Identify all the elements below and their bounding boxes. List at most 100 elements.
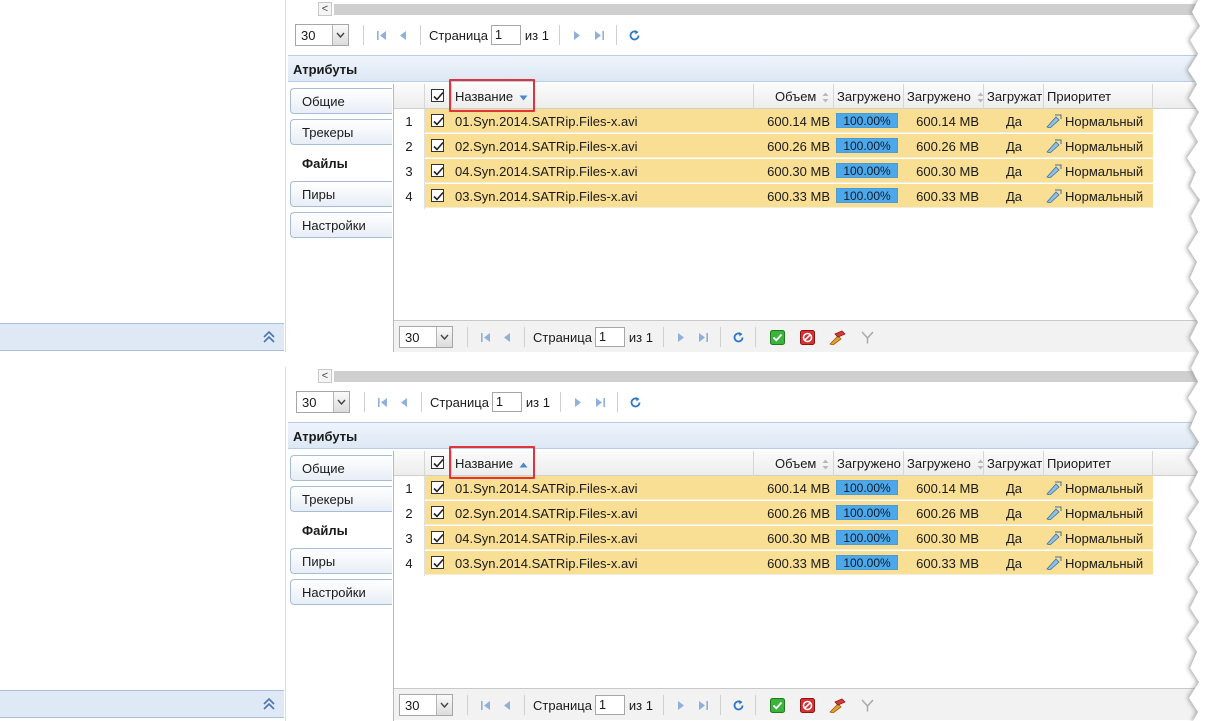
check-all-icon[interactable] xyxy=(765,693,789,717)
page-size-select[interactable]: 30 xyxy=(295,24,349,46)
tab-trackers[interactable]: Трекеры xyxy=(290,486,392,512)
tab-general[interactable]: Общие xyxy=(290,455,392,481)
table-row[interactable]: 1 01.Syn.2014.SATRip.Files-x.avi 600.14 … xyxy=(394,476,1212,501)
last-page-icon[interactable] xyxy=(692,326,714,348)
row-checkbox[interactable] xyxy=(431,134,451,158)
uncheck-all-icon[interactable] xyxy=(795,693,819,717)
first-page-icon[interactable] xyxy=(474,326,496,348)
tab-settings[interactable]: Настройки xyxy=(290,212,392,238)
table-row[interactable]: 2 02.Syn.2014.SATRip.Files-x.avi 600.26 … xyxy=(394,501,1212,526)
priority-label: Нормальный xyxy=(1065,114,1144,129)
priority-icon[interactable] xyxy=(825,325,849,349)
column-header-priority[interactable]: Приоритет xyxy=(1044,84,1153,109)
page-number-input[interactable]: 1 xyxy=(490,25,521,45)
prev-page-icon[interactable] xyxy=(392,24,414,46)
horizontal-scrollbar[interactable]: < xyxy=(290,367,1212,385)
tab-peers[interactable]: Пиры xyxy=(290,181,392,207)
next-page-icon[interactable] xyxy=(567,391,589,413)
scroll-left-icon[interactable]: < xyxy=(318,2,332,16)
column-header-downloaded[interactable]: Загружено xyxy=(904,451,984,476)
column-downloaded-label: Загружено xyxy=(907,456,971,471)
first-page-icon[interactable] xyxy=(370,24,392,46)
checkbox-checked-icon[interactable] xyxy=(431,89,444,102)
tab-settings[interactable]: Настройки xyxy=(290,579,392,605)
download-flag: Да xyxy=(1005,481,1023,496)
uncheck-all-icon[interactable] xyxy=(795,325,819,349)
scrollbar-track[interactable] xyxy=(334,4,1212,15)
page-number-input[interactable]: 1 xyxy=(594,695,625,715)
row-checkbox[interactable] xyxy=(431,476,451,500)
row-checkbox[interactable] xyxy=(431,551,451,575)
column-header-progress[interactable]: Загружено xyxy=(834,451,904,476)
priority-flag-icon xyxy=(1046,556,1062,570)
refresh-icon[interactable] xyxy=(624,391,646,413)
file-name: 02.Syn.2014.SATRip.Files-x.avi xyxy=(455,506,638,521)
last-page-icon[interactable] xyxy=(589,391,611,413)
progress-cell: 100.00% xyxy=(836,526,902,550)
prev-page-icon[interactable] xyxy=(496,694,518,716)
double-chevron-up-icon[interactable] xyxy=(262,696,276,712)
column-header-downloaded[interactable]: Загружено xyxy=(904,84,984,109)
row-checkbox[interactable] xyxy=(431,526,451,550)
column-header-progress[interactable]: Загружено xyxy=(834,84,904,109)
row-checkbox[interactable] xyxy=(431,159,451,183)
column-header-name[interactable]: Название xyxy=(452,451,754,476)
refresh-icon[interactable] xyxy=(727,694,749,716)
filter-icon[interactable] xyxy=(855,693,879,717)
collapse-bar[interactable] xyxy=(0,323,284,351)
prev-page-icon[interactable] xyxy=(393,391,415,413)
page-size-select[interactable]: 30 xyxy=(399,694,453,716)
chevron-down-icon[interactable] xyxy=(332,25,348,45)
page-size-select[interactable]: 30 xyxy=(296,391,350,413)
horizontal-scrollbar[interactable]: < xyxy=(290,0,1212,18)
column-header-size[interactable]: Объем xyxy=(754,451,834,476)
tab-trackers[interactable]: Трекеры xyxy=(290,119,392,145)
scroll-left-icon[interactable]: < xyxy=(318,369,332,383)
table-row[interactable]: 4 03.Syn.2014.SATRip.Files-x.avi 600.33 … xyxy=(394,184,1212,209)
column-header-priority[interactable]: Приоритет xyxy=(1044,451,1153,476)
priority-icon[interactable] xyxy=(825,693,849,717)
table-row[interactable]: 2 02.Syn.2014.SATRip.Files-x.avi 600.26 … xyxy=(394,134,1212,159)
table-row[interactable]: 3 04.Syn.2014.SATRip.Files-x.avi 600.30 … xyxy=(394,159,1212,184)
prev-page-icon[interactable] xyxy=(496,326,518,348)
chevron-down-icon[interactable] xyxy=(436,695,452,715)
table-row[interactable]: 4 03.Syn.2014.SATRip.Files-x.avi 600.33 … xyxy=(394,551,1212,576)
download-flag: Да xyxy=(1005,189,1023,204)
select-all-checkbox[interactable] xyxy=(425,84,452,109)
page-number-input[interactable]: 1 xyxy=(594,327,625,347)
row-checkbox[interactable] xyxy=(431,501,451,525)
last-page-icon[interactable] xyxy=(588,24,610,46)
double-chevron-up-icon[interactable] xyxy=(262,329,276,345)
page-number-input[interactable]: 1 xyxy=(491,392,522,412)
refresh-icon[interactable] xyxy=(623,24,645,46)
filter-icon[interactable] xyxy=(855,325,879,349)
chevron-down-icon[interactable] xyxy=(333,392,349,412)
column-header-download[interactable]: Загружат xyxy=(984,84,1044,109)
sort-toggle-icon xyxy=(977,459,983,470)
check-all-icon[interactable] xyxy=(765,325,789,349)
first-page-icon[interactable] xyxy=(474,694,496,716)
table-row[interactable]: 3 04.Syn.2014.SATRip.Files-x.avi 600.30 … xyxy=(394,526,1212,551)
table-row[interactable]: 1 01.Syn.2014.SATRip.Files-x.avi 600.14 … xyxy=(394,109,1212,134)
scrollbar-track[interactable] xyxy=(334,371,1212,382)
tab-peers[interactable]: Пиры xyxy=(290,548,392,574)
tab-general[interactable]: Общие xyxy=(290,88,392,114)
next-page-icon[interactable] xyxy=(670,326,692,348)
tab-files[interactable]: Файлы xyxy=(290,150,392,176)
last-page-icon[interactable] xyxy=(692,694,714,716)
next-page-icon[interactable] xyxy=(670,694,692,716)
page-size-select[interactable]: 30 xyxy=(399,326,453,348)
column-header-download[interactable]: Загружат xyxy=(984,451,1044,476)
row-checkbox[interactable] xyxy=(431,109,451,133)
select-all-checkbox[interactable] xyxy=(425,451,452,476)
tab-files[interactable]: Файлы xyxy=(290,517,392,543)
collapse-bar[interactable] xyxy=(0,690,284,718)
chevron-down-icon[interactable] xyxy=(436,327,452,347)
column-header-size[interactable]: Объем xyxy=(754,84,834,109)
first-page-icon[interactable] xyxy=(371,391,393,413)
column-header-name[interactable]: Название xyxy=(452,84,754,109)
row-checkbox[interactable] xyxy=(431,184,451,208)
next-page-icon[interactable] xyxy=(566,24,588,46)
refresh-icon[interactable] xyxy=(727,326,749,348)
checkbox-checked-icon[interactable] xyxy=(431,456,444,469)
